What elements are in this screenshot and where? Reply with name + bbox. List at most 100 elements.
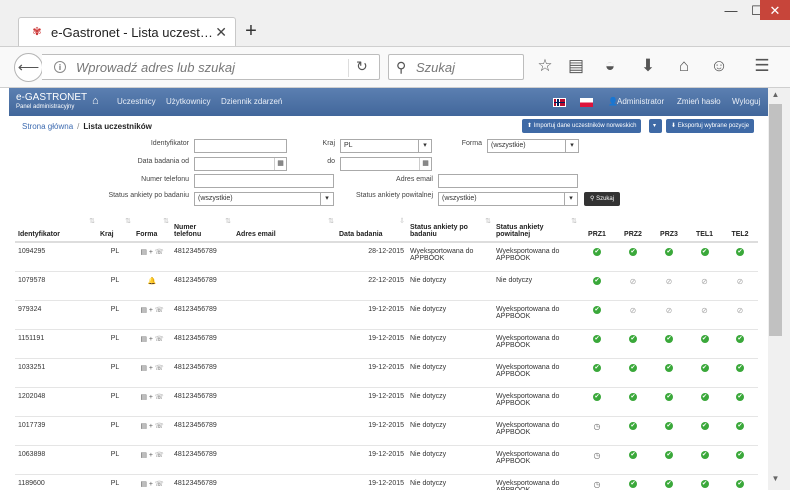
new-tab-icon[interactable]: + [242, 20, 260, 42]
sort-icon[interactable]: ⇅ [163, 217, 169, 225]
back-icon[interactable]: ⟵ [14, 53, 43, 82]
table-row[interactable]: 1063898 PL ▤ + ☏ 48123456789 19-12-2015 Nie d… [15, 444, 758, 474]
cell-status2: Wyeksportowana do APPBOOK [493, 357, 579, 387]
sort-icon[interactable]: ⇅ [328, 217, 334, 225]
cell-data: 19-12-2015 [336, 386, 407, 416]
sort-icon[interactable]: ⇅ [485, 217, 491, 225]
nav-uzytkownicy[interactable]: Użytkownicy [166, 97, 210, 106]
table-row[interactable]: 1017739 PL ▤ + ☏ 48123456789 19-12-2015 Nie d… [15, 415, 758, 445]
cell-data: 19-12-2015 [336, 444, 407, 474]
tab-close-icon[interactable]: ✕ [215, 24, 227, 41]
home-icon[interactable]: ⌂ [673, 56, 695, 76]
col-telefon[interactable]: Numer telefonu ⇅ [171, 214, 233, 243]
col-data[interactable]: Data badania ⇩ [336, 214, 407, 243]
cell-status2: Wyeksportowana do APPBOOK [493, 444, 579, 474]
home-nav-icon[interactable]: ⌂ [92, 95, 99, 107]
table-row[interactable]: 979324 PL ▤ + ☏ 48123456789 19-12-2015 Nie do… [15, 299, 758, 329]
col-status2[interactable]: Status ankiety powitalnej ⇅ [493, 214, 579, 243]
doc-phone-icon: ▤ + ☏ [140, 364, 164, 372]
sort-icon[interactable]: ⇅ [89, 217, 95, 225]
telefon-input[interactable] [194, 174, 334, 188]
nav-change-password[interactable]: Zmień hasło [677, 97, 721, 106]
table-row[interactable]: 1202048 PL ▤ + ☏ 48123456789 19-12-2015 Nie d… [15, 386, 758, 416]
col-forma[interactable]: Forma ⇅ [133, 214, 171, 243]
forma-value: (wszystkie) [491, 142, 526, 149]
flag-norway-icon[interactable] [553, 98, 566, 107]
cell-status1: Nie dotyczy [407, 386, 493, 416]
status-powitalnej-select[interactable]: (wszystkie) ▾ [438, 192, 578, 206]
cell-id: 1079578 [15, 270, 97, 300]
menu-icon[interactable]: ☰ [751, 56, 773, 76]
browser-tab[interactable]: ✾ e-Gastronet - Lista uczest… ✕ [18, 17, 236, 46]
brand[interactable]: e-GASTRONET Panel administracyjny [16, 92, 87, 110]
table-header-row: Identyfikator ⇅ Kraj ⇅ Forma ⇅ Numer telefo… [15, 214, 758, 243]
flag-poland-icon[interactable] [580, 98, 593, 107]
search-button[interactable]: ⚲ Szukaj [584, 192, 621, 206]
calendar-icon[interactable]: ▦ [274, 158, 286, 170]
download-icon[interactable]: ⬇ [637, 56, 659, 76]
sort-icon[interactable]: ⇅ [225, 217, 231, 225]
data-do-input[interactable]: ▦ [340, 157, 432, 171]
cell-mark: ◷ [579, 473, 615, 490]
scroll-up-icon[interactable]: ▲ [768, 88, 783, 102]
window-close-icon[interactable]: ✕ [760, 0, 790, 20]
cell-mark: ✔ [722, 357, 758, 387]
url-bar[interactable]: i Wprowadź adres lub szukaj ↻ [42, 54, 380, 80]
minimize-icon[interactable]: — [716, 0, 746, 20]
table-row[interactable]: 1094295 PL ▤ + ☏ 48123456789 28-12-2015 Wyeks… [15, 241, 758, 271]
reload-icon[interactable]: ↻ [356, 58, 368, 75]
hello-icon[interactable]: ☺ [708, 56, 730, 76]
email-input[interactable] [438, 174, 578, 188]
bookmark-star-icon[interactable]: ☆ [534, 56, 556, 76]
nav-uczestnicy[interactable]: Uczestnicy [117, 97, 156, 106]
cell-mark: ✔ [615, 328, 651, 358]
url-placeholder: Wprowadź adres lub szukaj [76, 60, 235, 75]
status-po-badaniu-select[interactable]: (wszystkie) ▾ [194, 192, 334, 206]
pocket-icon[interactable]: ◒ [599, 56, 621, 76]
export-button[interactable]: ⬇ Eksportuj wybrane pozycje [666, 119, 755, 133]
cell-mark: ✔ [579, 386, 615, 416]
import-button[interactable]: ⬆ Importuj dane uczestników norweskich [522, 119, 642, 133]
cell-id: 1017739 [15, 415, 97, 445]
tab-title: e-Gastronet - Lista uczest… [51, 24, 213, 40]
sort-desc-icon[interactable]: ⇩ [399, 217, 405, 225]
calendar-icon[interactable]: ▦ [419, 158, 431, 170]
nav-logout[interactable]: Wyloguj [732, 97, 760, 106]
check-circle-icon: ✔ [700, 392, 709, 401]
scrollbar-thumb[interactable] [769, 104, 782, 336]
table-row[interactable]: 1151191 PL ▤ + ☏ 48123456789 19-12-2015 Nie d… [15, 328, 758, 358]
table-row[interactable]: 1079578 PL 🔔 48123456789 22-12-2015 Nie dotyc… [15, 270, 758, 300]
data-od-input[interactable]: ▦ [194, 157, 287, 171]
check-circle-icon: ✔ [665, 421, 673, 430]
info-icon[interactable]: i [54, 61, 66, 73]
cell-kraj: PL [97, 299, 133, 329]
breadcrumb-home[interactable]: Strona główna [22, 122, 73, 131]
check-circle-icon: ✔ [736, 450, 744, 459]
col-status1[interactable]: Status ankiety po badaniu ⇅ [407, 214, 493, 243]
forma-select[interactable]: (wszystkie) ▾ [487, 139, 579, 153]
col-kraj[interactable]: Kraj ⇅ [97, 214, 133, 243]
cell-mark: ✔ [722, 386, 758, 416]
nav-dziennik[interactable]: Dziennik zdarzeń [221, 97, 282, 106]
check-circle-icon: ✔ [665, 363, 673, 372]
chevron-down-icon: ▾ [565, 140, 578, 152]
page-scrollbar[interactable]: ▲ ▼ [768, 88, 783, 490]
col-email[interactable]: Adres email ⇅ [233, 214, 336, 243]
nav-administrator[interactable]: Administrator [617, 97, 664, 106]
table-row[interactable]: 1189600 PL ▤ + ☏ 48123456789 19-12-2015 Nie d… [15, 473, 758, 490]
check-circle-icon: ✔ [593, 392, 601, 401]
check-circle-icon: ✔ [593, 334, 601, 343]
cell-status2: Wyeksportowana do APPBOOK [493, 241, 579, 271]
reading-list-icon[interactable]: ▤ [565, 56, 587, 76]
browser-search[interactable]: ⚲ Szukaj [388, 54, 524, 80]
import-dropdown-button[interactable]: ▾ [649, 119, 662, 133]
sort-icon[interactable]: ⇅ [571, 217, 577, 225]
sort-icon[interactable]: ⇅ [125, 217, 131, 225]
cell-data: 28-12-2015 [336, 241, 407, 271]
table-row[interactable]: 1033251 PL ▤ + ☏ 48123456789 19-12-2015 Nie d… [15, 357, 758, 387]
col-identyfikator[interactable]: Identyfikator ⇅ [15, 214, 97, 243]
cell-mark: ⊘ [615, 270, 651, 300]
kraj-select[interactable]: PL ▾ [340, 139, 432, 153]
identyfikator-input[interactable] [194, 139, 287, 153]
scroll-down-icon[interactable]: ▼ [768, 472, 783, 486]
